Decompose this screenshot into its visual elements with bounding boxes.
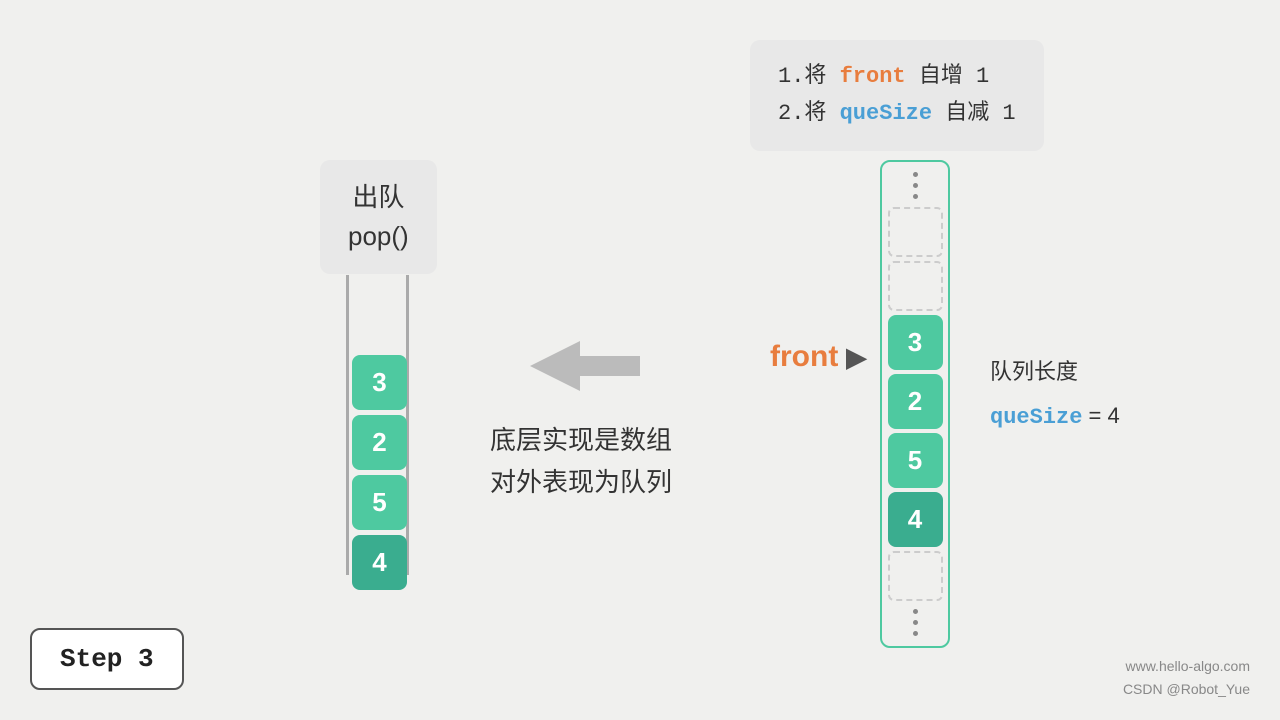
main-container: 1.将 front 自增 1 2.将 queSize 自减 1 出队 pop()… — [0, 0, 1280, 720]
code-line2: 2.将 queSize 自减 1 — [778, 95, 1016, 132]
right-empty-cell-bottom — [888, 551, 943, 601]
front-text: front — [770, 340, 838, 374]
step-label: Step 3 — [60, 644, 154, 674]
left-arrow — [520, 326, 650, 411]
left-array: 3 2 5 4 — [352, 355, 407, 590]
left-cell-2: 2 — [352, 415, 407, 470]
right-array: 3 2 5 4 — [880, 160, 950, 648]
right-empty-cell-1 — [888, 207, 943, 257]
code-front-keyword: front — [840, 64, 906, 89]
pop-box: 出队 pop() — [320, 160, 437, 274]
right-empty-cell-2 — [888, 261, 943, 311]
front-arrow-icon: ▶ — [846, 342, 866, 373]
step-box: Step 3 — [30, 628, 184, 690]
pop-line2: pop() — [348, 217, 409, 256]
code-line2-suffix: 自减 1 — [932, 101, 1016, 126]
code-line1: 1.将 front 自增 1 — [778, 58, 1016, 95]
right-cell-3: 3 — [888, 315, 943, 370]
watermark-line2: CSDN @Robot_Yue — [1123, 678, 1250, 700]
left-line-left — [346, 275, 349, 575]
center-line2: 对外表现为队列 — [490, 462, 672, 504]
right-cell-5: 5 — [888, 433, 943, 488]
code-line1-prefix: 1.将 — [778, 64, 840, 89]
queue-length-label: 队列长度 — [990, 350, 1120, 394]
code-line2-prefix: 2.将 — [778, 101, 840, 126]
quesize-value: 4 — [1108, 403, 1120, 428]
watermark-line1: www.hello-algo.com — [1123, 655, 1250, 677]
code-line1-suffix: 自增 1 — [906, 64, 990, 89]
quesize-equals: = — [1082, 403, 1107, 428]
watermark: www.hello-algo.com CSDN @Robot_Yue — [1123, 655, 1250, 700]
left-cell-4: 4 — [352, 535, 407, 590]
code-box: 1.将 front 自增 1 2.将 queSize 自减 1 — [750, 40, 1044, 151]
bottom-dots-icon — [913, 605, 918, 640]
quesize-label: queSize — [990, 405, 1082, 430]
pop-line1: 出队 — [348, 178, 409, 217]
code-quesize-keyword: queSize — [840, 101, 932, 126]
queue-size-line: queSize = 4 — [990, 394, 1120, 440]
left-cell-3: 3 — [352, 355, 407, 410]
right-cell-2: 2 — [888, 374, 943, 429]
right-cell-4: 4 — [888, 492, 943, 547]
front-label: front ▶ — [770, 340, 866, 374]
center-text: 底层实现是数组 对外表现为队列 — [490, 420, 672, 503]
queue-info: 队列长度 queSize = 4 — [990, 350, 1120, 440]
left-cell-5: 5 — [352, 475, 407, 530]
center-line1: 底层实现是数组 — [490, 420, 672, 462]
top-dots-icon — [913, 168, 918, 203]
